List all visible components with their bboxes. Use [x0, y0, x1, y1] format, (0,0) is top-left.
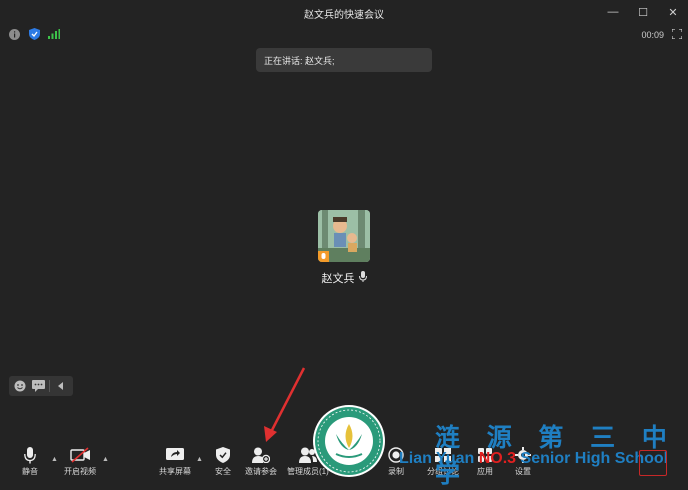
timer-area: 00:09: [641, 28, 683, 41]
close-button[interactable]: ✕: [658, 0, 688, 24]
video-options-caret[interactable]: ▲: [102, 456, 109, 463]
start-video-button[interactable]: 开启视频: [64, 446, 96, 477]
speaking-banner: 正在讲话: 赵文兵;: [256, 48, 432, 72]
maximize-button[interactable]: ☐: [628, 0, 658, 24]
pointer-arrow: [264, 367, 306, 442]
school-logo: [313, 405, 385, 477]
speaking-text: 正在讲话: 赵文兵;: [264, 55, 335, 66]
microphone-icon: [20, 446, 40, 464]
security-shield-icon[interactable]: [28, 28, 40, 40]
video-off-icon: [70, 446, 90, 464]
chat-bubble-icon[interactable]: [31, 379, 45, 393]
mute-button[interactable]: 静音: [20, 446, 40, 477]
emoji-icon[interactable]: [13, 379, 27, 393]
title-bar: 赵文兵的快速会议: [0, 0, 688, 26]
info-icon[interactable]: [8, 28, 20, 40]
shield-icon: [213, 446, 233, 464]
divider: [49, 380, 50, 392]
microphone-icon: [358, 271, 367, 285]
share-screen-icon: [165, 446, 185, 464]
invite-button[interactable]: 邀请参会: [245, 446, 277, 477]
add-user-icon: [251, 446, 271, 464]
security-button[interactable]: 安全: [213, 446, 233, 477]
highlight-box: [639, 450, 667, 476]
mute-options-caret[interactable]: ▲: [51, 456, 58, 463]
participant-name-row: 赵文兵: [0, 270, 688, 286]
share-screen-button[interactable]: 共享屏幕: [159, 446, 191, 477]
fullscreen-icon[interactable]: [671, 28, 683, 41]
window-controls: — ☐ ✕: [598, 0, 688, 24]
minimize-button[interactable]: —: [598, 0, 628, 24]
status-icons: [8, 28, 60, 40]
collapse-arrow-icon[interactable]: [54, 379, 68, 393]
share-options-caret[interactable]: ▲: [196, 456, 203, 463]
participant-name: 赵文兵: [321, 273, 355, 285]
reaction-chat-controls: [9, 376, 73, 396]
window-title: 赵文兵的快速会议: [304, 9, 384, 21]
school-name-english: Lian Yuan NO.3 Senior High School: [399, 450, 669, 467]
meeting-timer: 00:09: [641, 30, 664, 40]
avatar: [318, 210, 370, 262]
signal-strength-icon[interactable]: [48, 28, 60, 40]
